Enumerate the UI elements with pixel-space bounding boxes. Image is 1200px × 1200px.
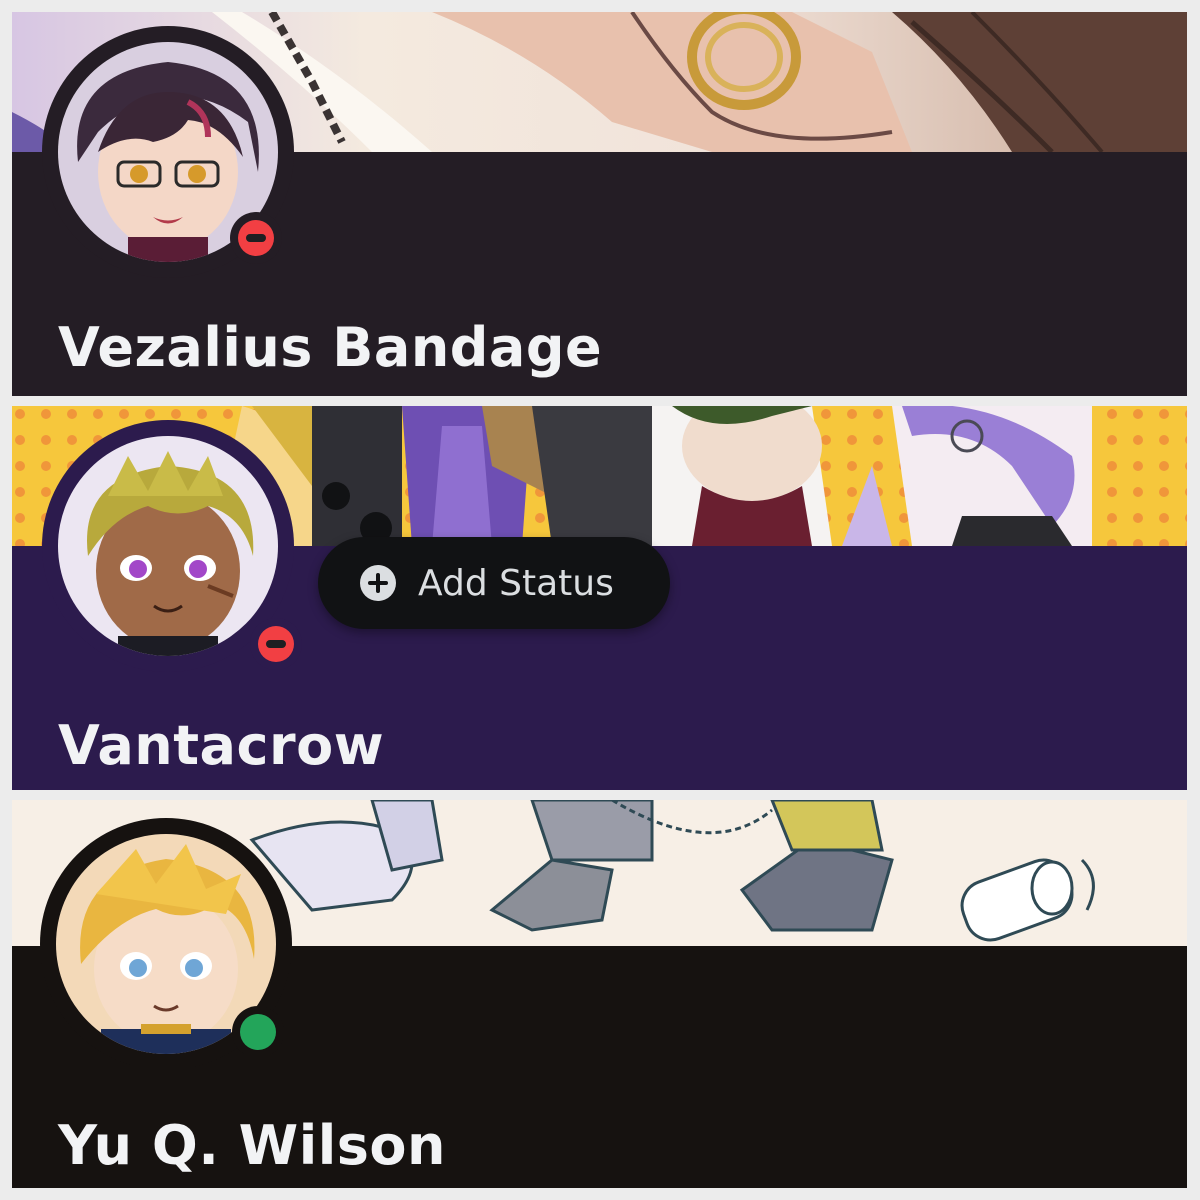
online-status-icon xyxy=(240,1014,276,1050)
display-name: Vezalius Bandage xyxy=(58,316,603,379)
status-indicator-dnd xyxy=(230,212,282,264)
status-indicator-dnd xyxy=(250,618,302,670)
profile-card-yu-wilson: Yu Q. Wilson xyxy=(12,800,1187,1188)
add-status-label: Add Status xyxy=(418,562,614,604)
display-name: Yu Q. Wilson xyxy=(58,1114,446,1177)
profile-card-vezalius: Vezalius Bandage xyxy=(12,12,1187,396)
do-not-disturb-status-icon xyxy=(238,220,274,256)
do-not-disturb-status-icon xyxy=(258,626,294,662)
status-indicator-online xyxy=(232,1006,284,1058)
display-name: Vantacrow xyxy=(58,714,385,777)
avatar[interactable] xyxy=(58,436,278,656)
add-status-button[interactable]: Add Status xyxy=(318,537,670,629)
profile-collage: Vezalius Bandage Vantacrow Add Status Yu… xyxy=(0,0,1200,1200)
plus-circle-icon xyxy=(360,565,396,601)
